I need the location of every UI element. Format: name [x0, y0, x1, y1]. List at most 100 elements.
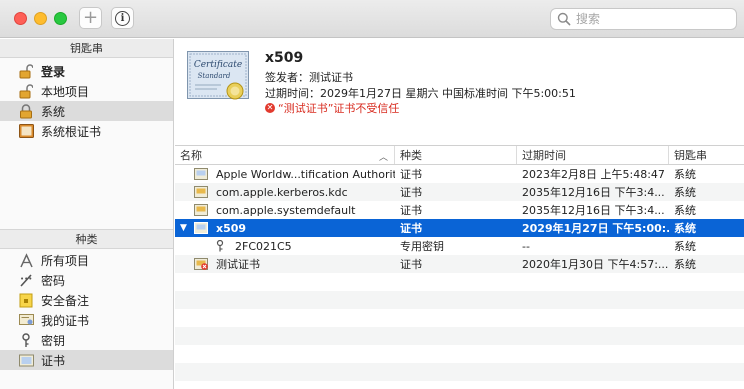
key-icon	[216, 240, 224, 252]
certificate-detail: Certificate Standard x509 签发者：测试证书 过期时间：…	[175, 39, 744, 146]
category-header: 种类	[0, 230, 173, 249]
empty-row	[175, 327, 744, 345]
table-row-selected[interactable]: ▼ x509 证书 2029年1月27日 下午5:00:... 系统	[175, 219, 744, 237]
table-body: Apple Worldw...tification Authority 证书 2…	[175, 165, 744, 381]
sidebar-item-label: 证书	[41, 353, 66, 368]
sidebar-item-label: 本地项目	[41, 84, 90, 99]
certificate-icon	[18, 352, 34, 368]
locked-padlock-icon	[18, 103, 34, 119]
close-window-button[interactable]	[14, 12, 27, 25]
sidebar-item-secure-notes[interactable]: 安全备注	[0, 290, 173, 310]
secure-note-icon	[18, 292, 34, 308]
row-kind: 专用密钥	[400, 240, 444, 253]
row-expires: 2020年1月30日 下午4:57:...	[522, 258, 669, 271]
certificate-name: x509	[265, 50, 304, 66]
row-keychain: 系统	[674, 258, 696, 271]
sidebar-item-label: 所有项目	[41, 253, 90, 268]
items-table: 名称 ︿ 种类 过期时间 钥匙串 Apple Worldw...tificatio…	[175, 146, 744, 389]
row-expires: 2029年1月27日 下午5:00:...	[522, 222, 669, 235]
disclosure-triangle-icon[interactable]: ▼	[180, 223, 192, 233]
all-items-icon	[18, 252, 34, 268]
sidebar-item-system-roots[interactable]: 系统根证书	[0, 121, 173, 141]
row-keychain: 系统	[674, 186, 696, 199]
error-icon: ✕	[265, 103, 275, 113]
badge-subtitle: Standard	[198, 72, 231, 80]
sidebar-item-login[interactable]: 登录	[0, 61, 173, 81]
sidebar-item-label: 密码	[41, 273, 66, 288]
unlocked-padlock-icon	[18, 83, 34, 99]
row-kind: 证书	[400, 186, 422, 199]
svg-text:•••: •••	[20, 275, 32, 283]
row-name: 测试证书	[216, 258, 260, 271]
key-icon	[18, 332, 34, 348]
sidebar-item-label: 我的证书	[41, 313, 90, 328]
row-expires: 2035年12月16日 下午3:4...	[522, 186, 665, 199]
certificate-icon	[194, 222, 208, 234]
info-button[interactable]: i	[111, 7, 134, 29]
add-item-button[interactable]: +	[79, 7, 102, 29]
my-certificate-icon	[18, 312, 34, 328]
keychains-header: 钥匙串	[0, 39, 173, 58]
row-keychain: 系统	[674, 240, 696, 253]
row-kind: 证书	[400, 168, 422, 181]
table-row[interactable]: 2FC021C5 专用密钥 -- 系统	[175, 237, 744, 255]
plus-icon: +	[82, 7, 99, 28]
sidebar-item-certificates[interactable]: 证书	[0, 350, 173, 370]
password-icon: •••	[18, 272, 34, 288]
row-name: 2FC021C5	[235, 239, 292, 253]
badge-title: Certificate	[194, 60, 242, 70]
certificate-expiry: 过期时间：2029年1月27日 星期六 中国标准时间 下午5:00:51	[265, 87, 576, 100]
sort-ascending-icon: ︿	[378, 153, 388, 163]
table-row[interactable]: com.apple.systemdefault 证书 2035年12月16日 下…	[175, 201, 744, 219]
toolbar: + i	[0, 0, 744, 38]
search-input[interactable]	[576, 12, 726, 26]
search-field[interactable]	[550, 8, 737, 30]
empty-row	[175, 309, 744, 327]
column-header-keychain[interactable]: 钥匙串	[669, 146, 744, 164]
cabinet-icon	[18, 123, 34, 139]
search-icon	[557, 12, 571, 26]
row-keychain: 系统	[674, 168, 696, 181]
keychain-list: 登录 本地项目 系统 系统根证书	[0, 58, 173, 230]
sidebar-item-all-items[interactable]: 所有项目	[0, 250, 173, 270]
row-kind: 证书	[400, 258, 422, 271]
table-row[interactable]: com.apple.kerberos.kdc 证书 2035年12月16日 下午…	[175, 183, 744, 201]
sidebar-item-my-certificates[interactable]: 我的证书	[0, 310, 173, 330]
sidebar-item-keys[interactable]: 密钥	[0, 330, 173, 350]
column-header-name[interactable]: 名称 ︿	[175, 146, 395, 164]
row-keychain: 系统	[674, 222, 696, 235]
certificate-icon	[194, 168, 208, 180]
zoom-window-button[interactable]	[54, 12, 67, 25]
row-expires: 2035年12月16日 下午3:4...	[522, 204, 665, 217]
certificate-badge-icon: Certificate Standard	[187, 51, 249, 100]
row-name: com.apple.systemdefault	[216, 203, 356, 217]
trust-warning: ✕ “测试证书”证书不受信任	[265, 100, 399, 116]
minimize-window-button[interactable]	[34, 12, 47, 25]
column-header-kind[interactable]: 种类	[395, 146, 517, 164]
sidebar-item-system[interactable]: 系统	[0, 101, 173, 121]
untrusted-certificate-icon	[194, 258, 208, 270]
table-row[interactable]: Apple Worldw...tification Authority 证书 2…	[175, 165, 744, 183]
certificate-issuer: 签发者：测试证书	[265, 71, 353, 84]
empty-row	[175, 363, 744, 381]
row-kind: 证书	[400, 204, 422, 217]
empty-row	[175, 291, 744, 309]
row-expires: --	[522, 239, 530, 253]
row-name: x509	[216, 221, 247, 235]
column-header-expires[interactable]: 过期时间	[517, 146, 669, 164]
row-name: Apple Worldw...tification Authority	[216, 167, 395, 181]
category-list: 所有项目 ••• 密码 安全备注 我的证书 密钥 证书	[0, 249, 173, 370]
trust-warning-text: “测试证书”证书不受信任	[278, 102, 400, 115]
row-keychain: 系统	[674, 204, 696, 217]
sidebar-item-label: 登录	[41, 64, 66, 79]
sidebar-item-label: 系统根证书	[41, 124, 102, 139]
row-expires: 2023年2月8日 上午5:48:47	[522, 168, 665, 181]
sidebar-item-label: 系统	[41, 104, 66, 119]
table-row[interactable]: 测试证书 证书 2020年1月30日 下午4:57:... 系统	[175, 255, 744, 273]
empty-row	[175, 345, 744, 363]
certificate-icon	[194, 204, 208, 216]
sidebar-item-passwords[interactable]: ••• 密码	[0, 270, 173, 290]
row-name: com.apple.kerberos.kdc	[216, 185, 348, 199]
sidebar-item-local-items[interactable]: 本地项目	[0, 81, 173, 101]
unlocked-padlock-icon	[18, 63, 34, 79]
